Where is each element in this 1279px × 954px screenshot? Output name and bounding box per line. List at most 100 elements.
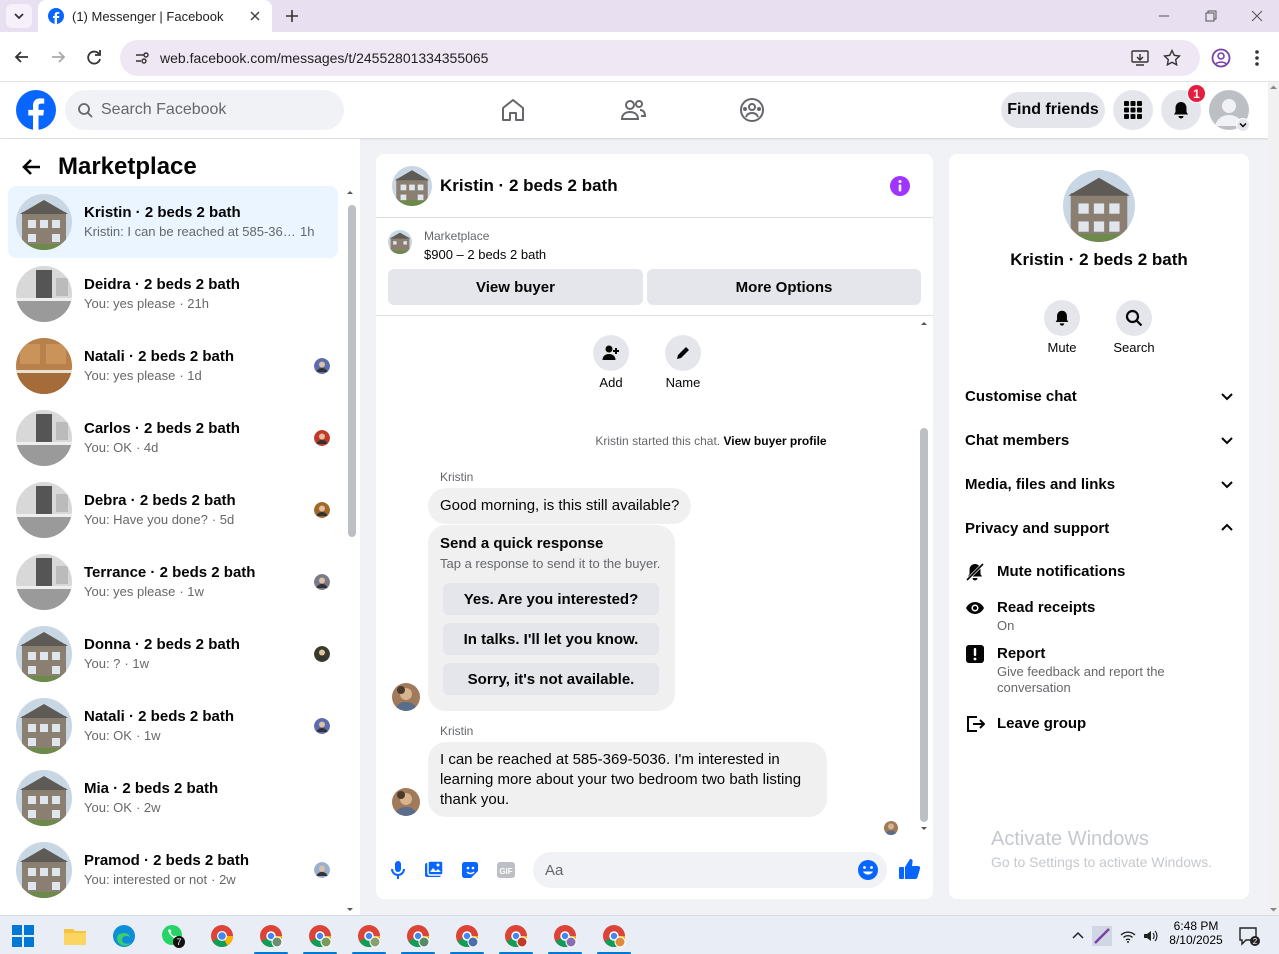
home-icon[interactable]	[499, 96, 527, 124]
minimize-icon[interactable]	[1155, 7, 1173, 25]
conversation-item[interactable]: Donna · 2 beds 2 bath You: ? · 1w	[8, 618, 338, 690]
section-chat-members[interactable]: Chat members	[965, 428, 1235, 452]
file-explorer-icon[interactable]	[62, 923, 88, 949]
section-media-files-links[interactable]: Media, files and links	[965, 472, 1235, 496]
chat-scrollbar[interactable]	[918, 318, 930, 834]
address-bar[interactable]: web.facebook.com/messages/t/245528013343…	[120, 40, 1200, 76]
conversation-item[interactable]: Terrance · 2 beds 2 bath You: yes please …	[8, 546, 338, 618]
thumbs-up-icon[interactable]	[898, 857, 922, 881]
message-bubble[interactable]: I can be reached at 585-369-5036. I'm in…	[428, 742, 827, 817]
conversation-item[interactable]: Mia · 2 beds 2 bath You: OK · 2w	[8, 762, 338, 834]
chat-avatar[interactable]	[392, 165, 432, 206]
chrome-profile-icon[interactable]	[307, 923, 333, 949]
chrome-profile-icon[interactable]	[405, 923, 431, 949]
sender-avatar[interactable]	[392, 788, 420, 816]
quick-response-button[interactable]: Yes. Are you interested?	[443, 583, 659, 615]
add-people-button[interactable]	[593, 335, 629, 371]
edge-browser-icon[interactable]	[111, 923, 137, 949]
read-receipts-item[interactable]: Read receipts On	[965, 598, 1225, 634]
chrome-profile-icon[interactable]	[552, 923, 578, 949]
reload-icon[interactable]	[84, 47, 104, 67]
tab-search-button[interactable]	[6, 4, 32, 28]
chrome-profile-icon[interactable]	[503, 923, 529, 949]
install-app-icon[interactable]	[1131, 49, 1149, 67]
find-friends-button[interactable]: Find friends	[1001, 92, 1105, 128]
gif-icon[interactable]: GIF	[495, 859, 517, 881]
details-avatar[interactable]	[1063, 170, 1135, 242]
more-options-button[interactable]: More Options	[647, 269, 921, 305]
new-tab-icon[interactable]	[282, 6, 302, 26]
page-scrollbar[interactable]	[1268, 82, 1279, 915]
search-chat-button[interactable]	[1116, 300, 1152, 336]
conversation-item[interactable]: Pramod · 2 beds 2 bath You: interested or…	[8, 834, 338, 906]
leave-group-item[interactable]: Leave group	[965, 714, 1225, 734]
friends-icon[interactable]	[619, 96, 647, 124]
section-privacy-support[interactable]: Privacy and support	[965, 516, 1235, 540]
browser-profile-icon[interactable]	[1211, 48, 1231, 68]
facebook-search-input[interactable]	[101, 101, 321, 119]
quick-response-button[interactable]: In talks. I'll let you know.	[443, 623, 659, 655]
back-arrow-icon[interactable]	[20, 155, 44, 179]
rename-button[interactable]	[665, 335, 701, 371]
facebook-logo-icon[interactable]	[16, 90, 56, 130]
chrome-profile-icon[interactable]	[601, 923, 627, 949]
conversation-item[interactable]: Deidra · 2 beds 2 bath You: yes please · …	[8, 258, 338, 330]
report-item[interactable]: Report Give feedback and report the conv…	[965, 644, 1225, 696]
chat-scroll-thumb[interactable]	[920, 428, 928, 822]
scroll-up-arrow-icon[interactable]	[1268, 82, 1279, 93]
account-menu-button[interactable]	[1236, 118, 1250, 132]
scroll-down-arrow-icon[interactable]	[1268, 904, 1279, 915]
chrome-profile-icon[interactable]	[454, 923, 480, 949]
chrome-profile-icon[interactable]	[356, 923, 382, 949]
info-icon[interactable]	[889, 175, 911, 197]
conversation-item[interactable]: Kristin · 2 beds 2 bath Kristin: I can be…	[8, 186, 338, 258]
message-input[interactable]	[545, 861, 845, 879]
listing-thumbnail[interactable]	[388, 230, 412, 254]
conversation-item[interactable]: Natali · 2 beds 2 bath You: yes please · …	[8, 330, 338, 402]
facebook-search[interactable]	[65, 90, 344, 130]
restore-icon[interactable]	[1202, 7, 1220, 25]
bookmark-star-icon[interactable]	[1163, 49, 1181, 67]
close-window-icon[interactable]	[1248, 7, 1266, 25]
browser-tab[interactable]: (1) Messenger | Facebook	[38, 0, 272, 32]
message-bubble[interactable]: Good morning, is this still available?	[428, 488, 692, 524]
mute-notifications-item[interactable]: Mute notifications	[965, 562, 1225, 582]
scroll-down-arrow-icon[interactable]	[918, 824, 930, 834]
scroll-down-arrow-icon[interactable]	[344, 905, 356, 915]
conversation-item[interactable]: Carlos · 2 beds 2 bath You: OK · 4d	[8, 402, 338, 474]
taskbar-clock[interactable]: 6:48 PM 8/10/2025	[1168, 919, 1224, 947]
notification-center-icon[interactable]: 2	[1238, 925, 1260, 947]
quick-response-button[interactable]: Sorry, it's not available.	[443, 663, 659, 695]
forward-icon[interactable]	[48, 47, 68, 67]
conversation-item[interactable]: Natali · 2 beds 2 bath You: OK · 1w	[8, 690, 338, 762]
sticker-icon[interactable]	[459, 859, 481, 881]
sidebar-scrollbar[interactable]	[344, 187, 356, 915]
photo-icon[interactable]	[423, 859, 445, 881]
sidebar-scroll-thumb[interactable]	[348, 205, 356, 537]
browser-menu-icon[interactable]	[1249, 48, 1265, 68]
chrome-icon[interactable]	[209, 923, 235, 949]
close-tab-icon[interactable]	[248, 9, 262, 23]
view-buyer-profile-link[interactable]: View buyer profile	[723, 434, 826, 448]
section-customise-chat[interactable]: Customise chat	[965, 384, 1235, 408]
chrome-profile-icon[interactable]	[258, 923, 284, 949]
microphone-icon[interactable]	[387, 859, 409, 881]
volume-icon[interactable]	[1142, 928, 1158, 944]
view-buyer-button[interactable]: View buyer	[388, 269, 643, 305]
windows-start-icon[interactable]	[12, 925, 34, 947]
scroll-up-arrow-icon[interactable]	[344, 187, 356, 197]
emoji-icon[interactable]	[857, 859, 879, 881]
back-icon[interactable]	[12, 47, 32, 67]
whatsapp-icon[interactable]: 7	[160, 923, 186, 949]
wifi-icon[interactable]	[1120, 928, 1136, 944]
message-input-box[interactable]	[533, 852, 887, 888]
show-hidden-icons-icon[interactable]	[1070, 928, 1086, 944]
mute-button[interactable]	[1044, 300, 1080, 336]
groups-icon[interactable]	[738, 96, 766, 124]
site-info-icon[interactable]	[134, 50, 150, 66]
conversation-item[interactable]: Debra · 2 beds 2 bath You: Have you done?…	[8, 474, 338, 546]
scroll-up-arrow-icon[interactable]	[918, 318, 930, 328]
pen-tray-icon[interactable]	[1092, 926, 1112, 946]
menu-button[interactable]	[1113, 90, 1153, 130]
sender-avatar[interactable]	[392, 683, 420, 711]
